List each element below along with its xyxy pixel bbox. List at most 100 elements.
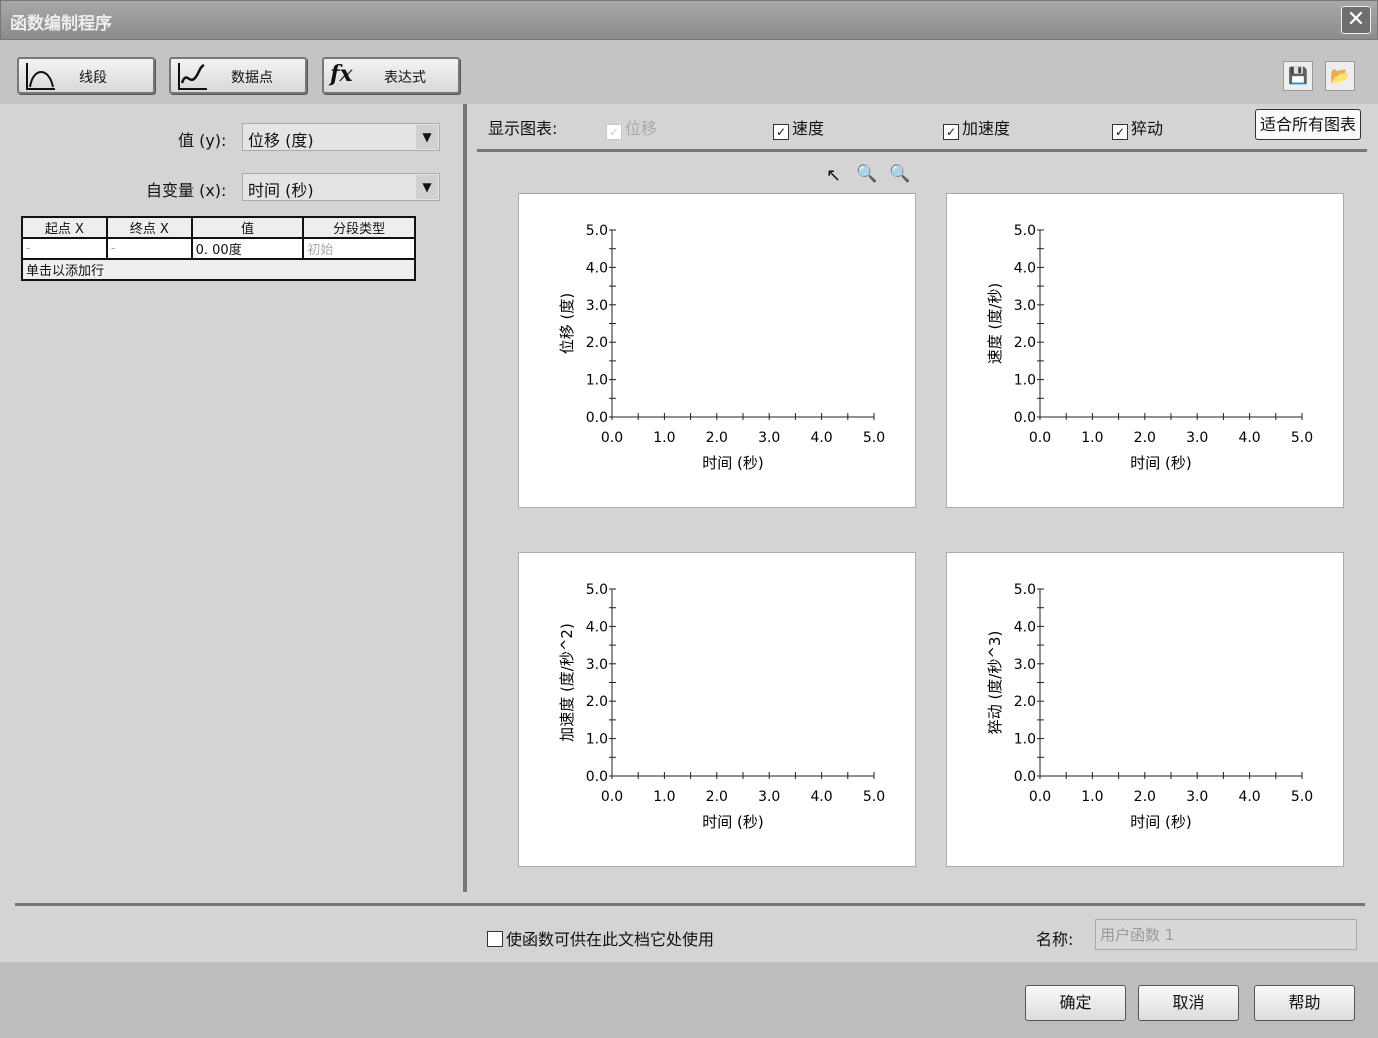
x-tick-label: 2.0: [706, 430, 728, 446]
col-end-x: 终点 X: [105, 216, 193, 239]
x-tick-label: 2.0: [706, 789, 728, 805]
chart-velocity: 0.0 1.0 2.0 3.0 4.0 5.0 0.0 1.0 2.0 3.0 4.0 5.0 时间 (…: [946, 193, 1344, 508]
x-tick-label: 5.0: [863, 789, 885, 805]
expression-button[interactable]: fx 表达式: [322, 57, 460, 94]
y-tick-label: 0.0: [1014, 410, 1036, 426]
share-checkbox[interactable]: 使函数可供在此文档它处使用: [487, 926, 714, 950]
chart-svg: 0.0 1.0 2.0 3.0 4.0 5.0 0.0 1.0 2.0 3.0 4.0 5.0 时间 (…: [558, 582, 885, 831]
x-axis-label: 时间 (秒): [1130, 813, 1191, 831]
zoom-in-icon[interactable]: 🔍: [889, 164, 910, 184]
x-tick-label: 1.0: [653, 430, 675, 446]
share-label: 使函数可供在此文档它处使用: [506, 930, 715, 949]
y-tick-label: 1.0: [586, 373, 608, 389]
x-tick-label: 2.0: [1134, 430, 1156, 446]
variable-select[interactable]: 时间 (秒) ▼: [242, 173, 440, 201]
help-button[interactable]: 帮助: [1254, 985, 1355, 1021]
x-axis-label: 时间 (秒): [702, 454, 763, 472]
table-row[interactable]: - - 0. 00度 初始: [21, 237, 416, 260]
check-label: 猝动: [1131, 119, 1164, 138]
y-tick-label: 1.0: [1014, 732, 1036, 748]
x-axis-label: 时间 (秒): [1130, 454, 1191, 472]
save-icon[interactable]: 💾: [1283, 61, 1313, 91]
add-row[interactable]: 单击以添加行: [21, 258, 416, 281]
chart-svg: 0.0 1.0 2.0 3.0 4.0 5.0 0.0 1.0 2.0 3.0 4.0 5.0 时间 (…: [558, 223, 885, 472]
window-title: 函数编制程序: [10, 14, 112, 34]
check-acceleration[interactable]: ✓ 加速度: [943, 115, 1010, 140]
cell[interactable]: -: [21, 237, 108, 260]
segment-curve-icon: [25, 61, 57, 91]
fit-all-button[interactable]: 适合所有图表: [1255, 109, 1361, 140]
name-input[interactable]: 用户函数 1: [1095, 919, 1357, 950]
show-charts-label: 显示图表:: [488, 119, 558, 138]
data-points-button[interactable]: 数据点: [169, 57, 307, 94]
cell[interactable]: -: [105, 237, 193, 260]
x-axis-label: 时间 (秒): [702, 813, 763, 831]
chart-svg: 0.0 1.0 2.0 3.0 4.0 5.0 0.0 1.0 2.0 3.0 4.0 5.0 时间 (…: [986, 223, 1313, 472]
x-tick-label: 5.0: [1291, 789, 1313, 805]
x-tick-label: 3.0: [1186, 430, 1208, 446]
check-label: 速度: [792, 119, 825, 138]
y-axis-label: 位移 (度): [558, 293, 576, 354]
col-value: 值: [190, 216, 305, 239]
x-tick-label: 4.0: [810, 430, 832, 446]
y-tick-label: 5.0: [1014, 582, 1036, 598]
y-tick-label: 0.0: [1014, 769, 1036, 785]
y-tick-label: 3.0: [1014, 657, 1036, 673]
x-tick-label: 0.0: [601, 430, 623, 446]
chart-jerk: 0.0 1.0 2.0 3.0 4.0 5.0 0.0 1.0 2.0 3.0 4.0 5.0 时间 (…: [946, 552, 1344, 867]
y-tick-label: 3.0: [1014, 298, 1036, 314]
y-axis-label: 猝动 (度/秒^3): [986, 631, 1004, 735]
divider: [15, 903, 1365, 906]
x-tick-label: 0.0: [601, 789, 623, 805]
y-tick-label: 3.0: [586, 298, 608, 314]
splitter[interactable]: [463, 104, 467, 892]
cancel-button[interactable]: 取消: [1138, 985, 1239, 1021]
y-tick-label: 3.0: [586, 657, 608, 673]
y-tick-label: 4.0: [586, 260, 608, 276]
x-tick-label: 5.0: [1291, 430, 1313, 446]
x-tick-label: 3.0: [758, 789, 780, 805]
ok-button[interactable]: 确定: [1025, 985, 1126, 1021]
y-tick-label: 4.0: [1014, 619, 1036, 635]
check-velocity[interactable]: ✓ 速度: [773, 115, 824, 140]
data-points-label: 数据点: [231, 70, 273, 86]
table-header: 起点 X 终点 X 值 分段类型: [21, 216, 416, 239]
open-icon[interactable]: 📂: [1325, 61, 1355, 91]
x-tick-label: 0.0: [1029, 789, 1051, 805]
name-label: 名称:: [1036, 930, 1074, 949]
value-select[interactable]: 位移 (度) ▼: [242, 123, 440, 151]
y-tick-label: 2.0: [1014, 335, 1036, 351]
x-tick-label: 4.0: [810, 789, 832, 805]
value-label: 值 (y):: [178, 131, 227, 150]
x-tick-label: 3.0: [1186, 789, 1208, 805]
x-tick-label: 1.0: [1081, 789, 1103, 805]
segment-button[interactable]: 线段: [17, 57, 155, 94]
chart-acceleration: 0.0 1.0 2.0 3.0 4.0 5.0 0.0 1.0 2.0 3.0 4.0 5.0 时间 (…: [518, 552, 916, 867]
col-start-x: 起点 X: [21, 216, 108, 239]
check-jerk[interactable]: ✓ 猝动: [1112, 115, 1163, 140]
cell[interactable]: 初始: [302, 237, 416, 260]
chevron-down-icon: ▼: [416, 175, 438, 199]
expression-label: 表达式: [384, 70, 426, 86]
cell[interactable]: 0. 00度: [190, 237, 305, 260]
x-tick-label: 4.0: [1238, 789, 1260, 805]
data-points-icon: [177, 61, 209, 91]
y-tick-label: 1.0: [1014, 373, 1036, 389]
y-tick-label: 4.0: [586, 619, 608, 635]
col-segment-type: 分段类型: [302, 216, 416, 239]
chart-svg: 0.0 1.0 2.0 3.0 4.0 5.0 0.0 1.0 2.0 3.0 4.0 5.0 时间 (…: [986, 582, 1313, 831]
y-tick-label: 2.0: [1014, 694, 1036, 710]
y-tick-label: 5.0: [1014, 223, 1036, 239]
close-button[interactable]: ✕: [1341, 6, 1371, 34]
y-tick-label: 1.0: [586, 732, 608, 748]
y-tick-label: 5.0: [586, 223, 608, 239]
pointer-icon[interactable]: ↖: [826, 165, 841, 186]
x-tick-label: 5.0: [863, 430, 885, 446]
check-label: 位移: [625, 119, 658, 138]
zoom-window-icon[interactable]: 🔍: [856, 164, 877, 184]
y-axis-label: 速度 (度/秒): [986, 283, 1004, 365]
fx-icon: fx: [330, 61, 353, 87]
y-axis-label: 加速度 (度/秒^2): [558, 623, 576, 742]
x-tick-label: 1.0: [1081, 430, 1103, 446]
segment-table: 起点 X 终点 X 值 分段类型 - - 0. 00度 初始 单击以添加行: [21, 216, 416, 281]
